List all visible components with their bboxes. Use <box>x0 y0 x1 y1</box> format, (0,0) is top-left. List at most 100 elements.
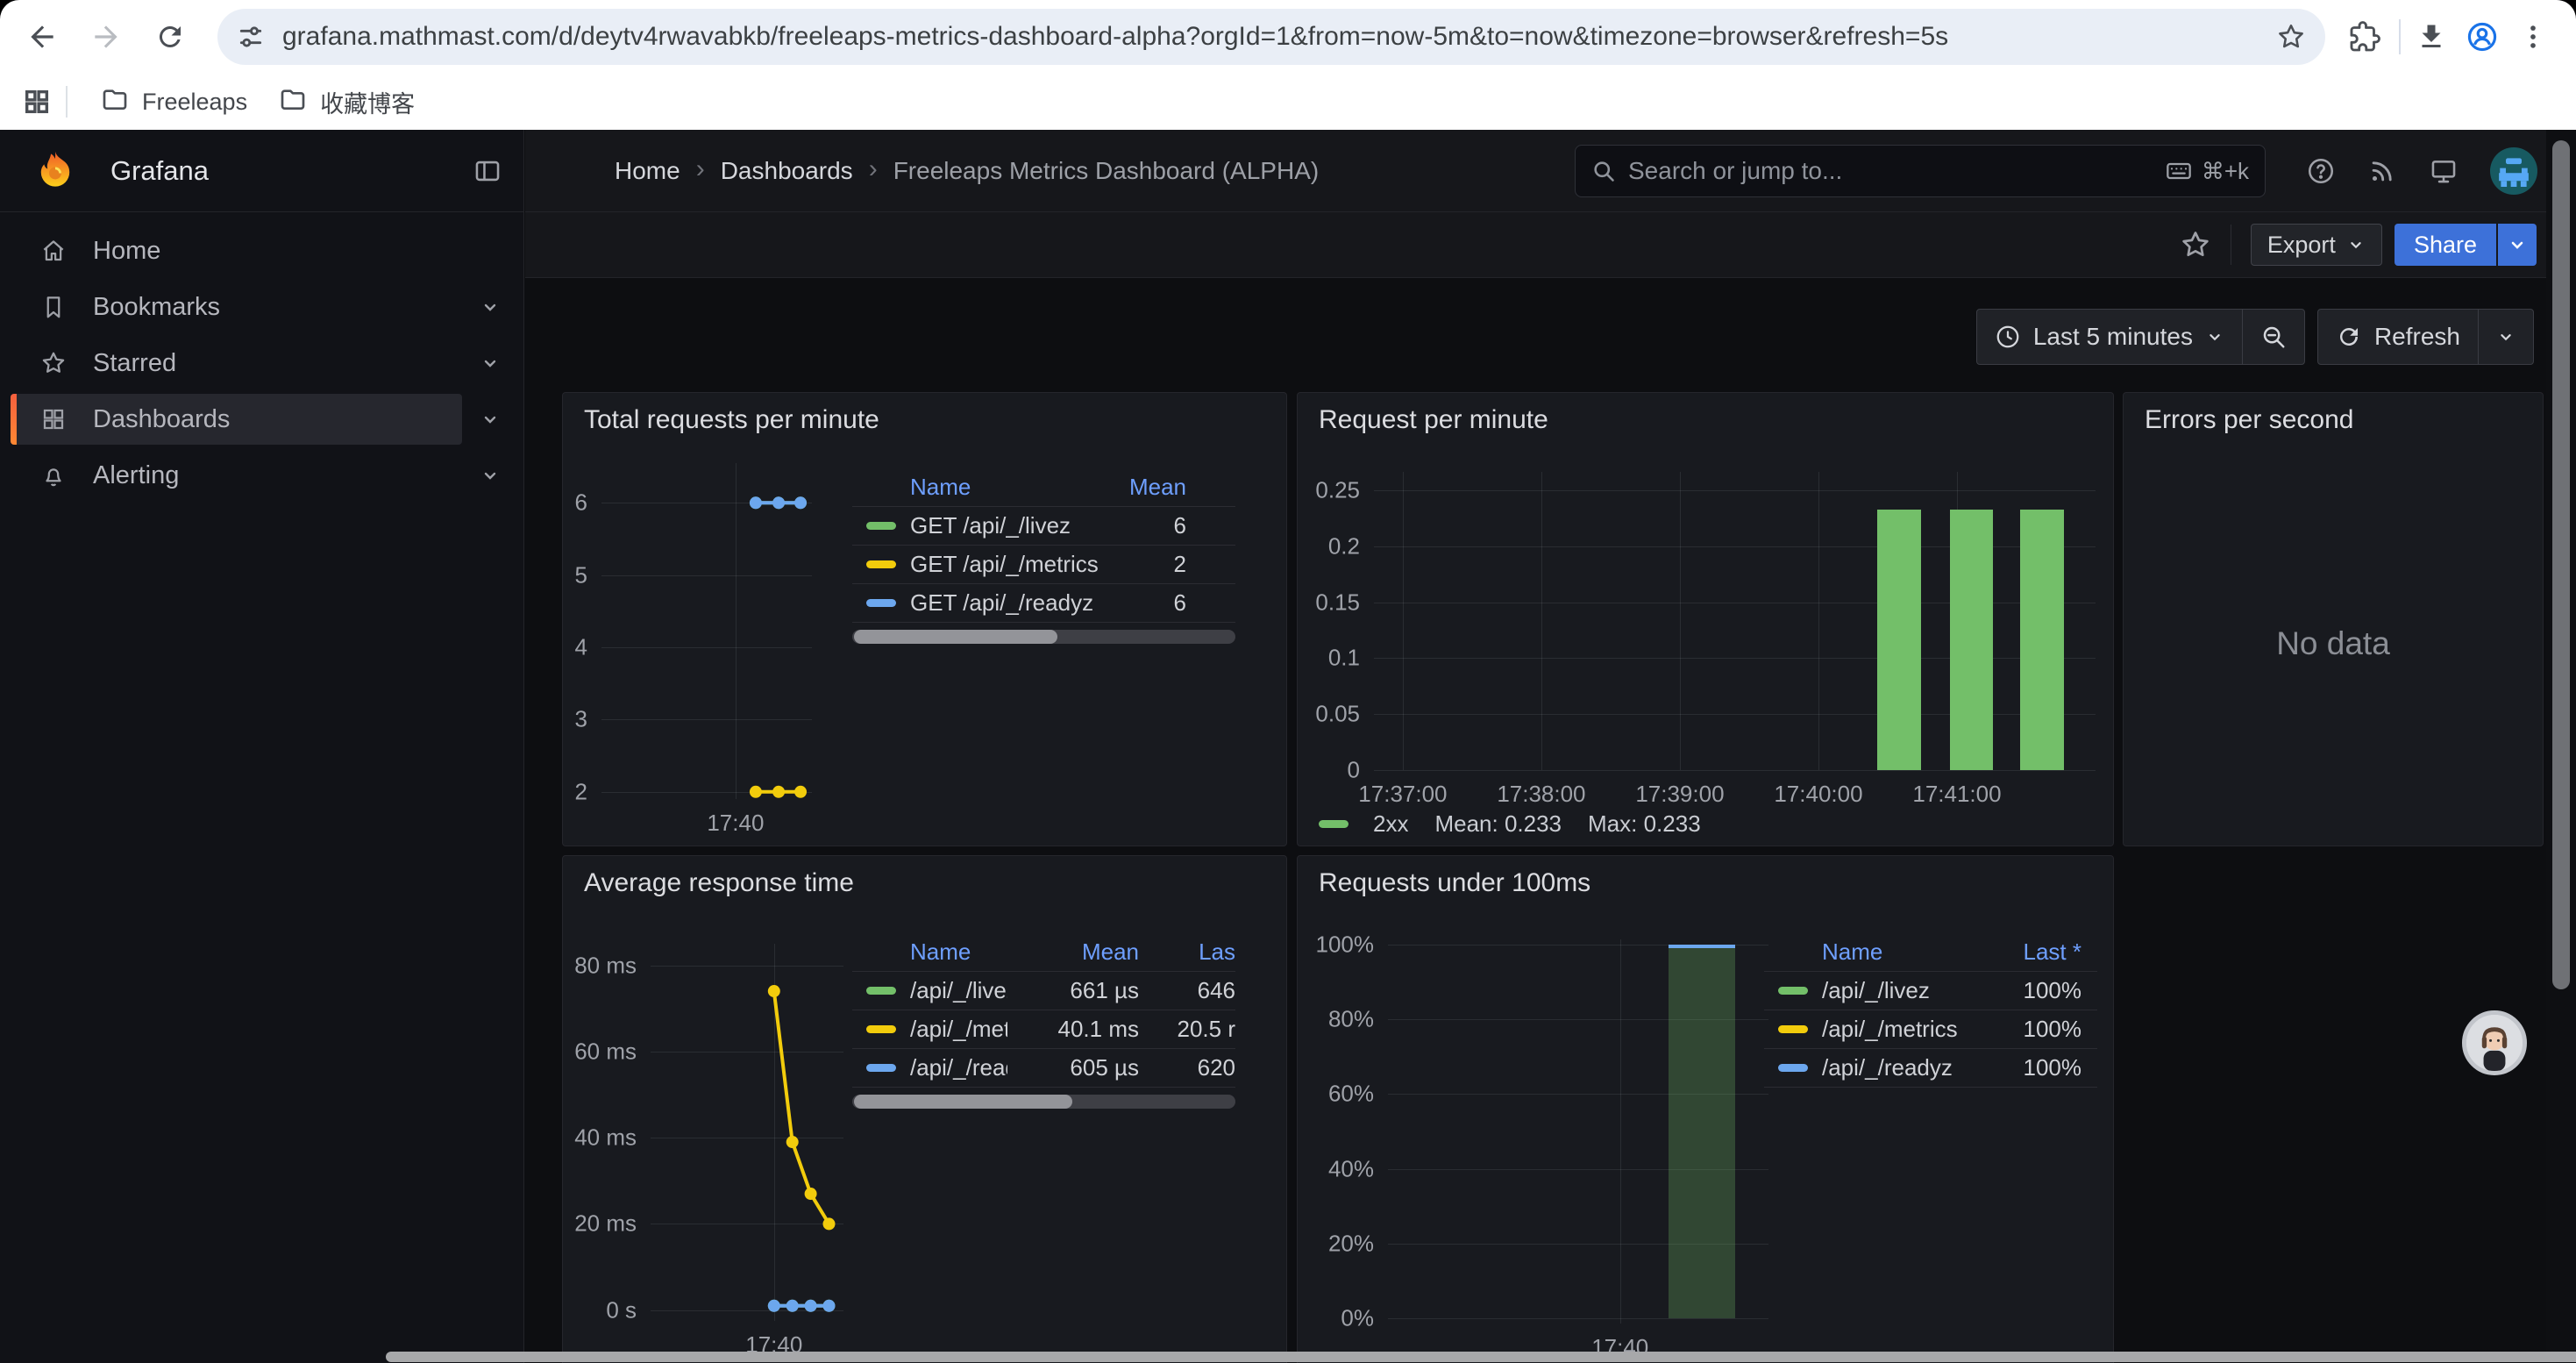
extensions-icon[interactable] <box>2345 17 2385 57</box>
search-input[interactable]: Search or jump to... ⌘+k <box>1575 145 2266 197</box>
vertical-scrollbar[interactable] <box>2546 130 2576 1363</box>
legend-series-name[interactable]: GET /api/_/readyz <box>910 589 1104 617</box>
panel-title[interactable]: Errors per second <box>2145 405 2353 435</box>
news-rss-icon[interactable] <box>2367 156 2397 186</box>
panel-title[interactable]: Average response time <box>584 868 854 898</box>
downloads-icon[interactable] <box>2411 17 2451 57</box>
zoom-out-icon <box>2260 324 2287 350</box>
sidebar-item-dashboards[interactable]: Dashboards <box>0 391 523 447</box>
legend-header-name[interactable]: Name <box>1778 938 1966 966</box>
back-icon[interactable] <box>22 17 62 57</box>
url-text[interactable]: grafana.mathmast.com/d/deytv4rwavabkb/fr… <box>282 22 2276 52</box>
reload-icon[interactable] <box>150 17 190 57</box>
bookmark-folder-freeleaps[interactable]: Freeleaps <box>85 78 263 126</box>
y-axis-tick-label: 0.1 <box>1328 645 1360 672</box>
chart-total-requests[interactable]: 6543217:40 <box>601 463 812 799</box>
favorite-star-icon[interactable] <box>2180 229 2211 260</box>
legend-series-name[interactable]: GET /api/_/metrics <box>910 551 1104 578</box>
legend-header-value[interactable]: Mean <box>1104 474 1235 501</box>
legend-series-name[interactable]: /api/_/readyz <box>1822 1054 1966 1081</box>
legend-scrollbar[interactable] <box>852 630 1235 644</box>
share-menu-button[interactable] <box>2498 224 2537 266</box>
legend-item[interactable]: 2xx <box>1319 810 1408 838</box>
legend-scrollbar-thumb[interactable] <box>854 1095 1072 1109</box>
breadcrumb-dashboards[interactable]: Dashboards <box>721 157 853 185</box>
legend-row[interactable]: /api/_/metrics40.1 ms20.5 r <box>852 1010 1235 1049</box>
dashboard-toolbar: Export Share <box>525 212 2546 278</box>
grafana-logo[interactable] <box>32 147 79 195</box>
legend-header-name[interactable]: Name <box>866 938 1007 966</box>
vertical-scrollbar-thumb[interactable] <box>2552 140 2570 989</box>
site-settings-icon[interactable] <box>237 23 265 51</box>
legend-row[interactable]: /api/_/livez100% <box>1764 972 2097 1010</box>
bar[interactable] <box>1669 945 1735 1317</box>
legend-scrollbar-thumb[interactable] <box>854 630 1057 644</box>
chevron-down-icon[interactable] <box>480 465 501 486</box>
zoom-out-button[interactable] <box>2243 310 2304 364</box>
panel-title[interactable]: Requests under 100ms <box>1319 868 1590 898</box>
horizontal-scrollbar-thumb[interactable] <box>386 1352 2576 1362</box>
menu-dots-icon[interactable] <box>2513 17 2553 57</box>
legend-row[interactable]: /api/_/livez661 µs646 <box>852 972 1235 1010</box>
legend-row[interactable]: /api/_/readyz100% <box>1764 1049 2097 1088</box>
chevron-down-icon[interactable] <box>480 296 501 318</box>
legend-series-name[interactable]: /api/_/livez <box>1822 977 1966 1004</box>
legend-header-value[interactable]: Last * <box>1966 938 2097 966</box>
apps-grid-icon[interactable] <box>22 87 52 117</box>
panel-requests-under-100ms: Requests under 100ms 100%80%60%40%20%0%1… <box>1297 855 2114 1363</box>
legend-series-name[interactable]: /api/_/livez <box>910 977 1007 1004</box>
legend-row[interactable]: GET /api/_/readyz6 <box>852 584 1235 623</box>
chevron-down-icon[interactable] <box>480 353 501 374</box>
legend-series-name[interactable]: /api/_/readyz <box>910 1054 1007 1081</box>
sidebar-item-starred[interactable]: Starred <box>0 335 523 391</box>
legend-header-value[interactable]: Las <box>1139 938 1235 966</box>
chevron-down-icon <box>2346 235 2366 254</box>
floating-assistant-avatar[interactable] <box>2462 1010 2527 1075</box>
time-range-picker[interactable]: Last 5 minutes <box>1977 310 2242 364</box>
export-button[interactable]: Export <box>2251 224 2382 266</box>
legend-item[interactable]: Max: 0.233 <box>1588 810 1701 838</box>
bar[interactable] <box>2020 510 2063 770</box>
legend-value: 661 µs <box>1007 977 1139 1004</box>
collapse-sidebar-icon[interactable] <box>473 156 502 186</box>
legend-scrollbar[interactable] <box>852 1095 1235 1109</box>
legend-series-name[interactable]: /api/_/metrics <box>1822 1016 1966 1043</box>
legend-series-name[interactable]: GET /api/_/livez <box>910 512 1104 539</box>
refresh-button[interactable]: Refresh <box>2318 310 2478 364</box>
legend-requests-under-100ms: NameLast */api/_/livez100%/api/_/metrics… <box>1764 933 2097 1088</box>
panel-title[interactable]: Request per minute <box>1319 405 1548 435</box>
share-button[interactable]: Share <box>2395 224 2496 266</box>
bookmark-folder-blogs[interactable]: 收藏博客 <box>263 78 431 126</box>
monitor-icon[interactable] <box>2429 156 2459 186</box>
sidebar-item-home[interactable]: Home <box>0 223 523 279</box>
user-avatar[interactable] <box>2490 147 2537 195</box>
chevron-down-icon[interactable] <box>480 409 501 430</box>
refresh-interval-button[interactable] <box>2479 310 2533 364</box>
legend-row[interactable]: /api/_/readyz605 µs620 <box>852 1049 1235 1088</box>
breadcrumb: Home › Dashboards › Freeleaps Metrics Da… <box>615 130 1319 212</box>
chart-requests-under-100ms[interactable]: 100%80%60%40%20%0%17:40 <box>1388 939 1768 1324</box>
bar[interactable] <box>1950 510 1993 770</box>
keyboard-icon <box>2165 157 2193 185</box>
legend-header-name[interactable]: Name <box>866 474 1104 501</box>
legend-series-name[interactable]: /api/_/metrics <box>910 1016 1007 1043</box>
sidebar-item-alerting[interactable]: Alerting <box>0 447 523 503</box>
chart-avg-response-time[interactable]: 80 ms60 ms40 ms20 ms0 s17:40 <box>651 944 843 1321</box>
chart-request-per-minute[interactable]: 0.250.20.150.10.05017:37:0017:38:0017:39… <box>1374 472 2096 770</box>
y-axis-tick-label: 60 ms <box>574 1038 637 1065</box>
sidebar-item-bookmarks[interactable]: Bookmarks <box>0 279 523 335</box>
horizontal-scrollbar[interactable] <box>0 1351 2576 1363</box>
legend-item[interactable]: Mean: 0.233 <box>1434 810 1562 838</box>
bookmark-star-icon[interactable] <box>2276 22 2306 52</box>
help-icon[interactable] <box>2306 156 2336 186</box>
legend-row[interactable]: /api/_/metrics100% <box>1764 1010 2097 1049</box>
profile-icon[interactable] <box>2462 17 2502 57</box>
bar[interactable] <box>1877 510 1920 770</box>
breadcrumb-home[interactable]: Home <box>615 157 680 185</box>
legend-row[interactable]: GET /api/_/livez6 <box>852 507 1235 546</box>
url-bar[interactable]: grafana.mathmast.com/d/deytv4rwavabkb/fr… <box>217 9 2325 65</box>
legend-header-value[interactable]: Mean <box>1007 938 1139 966</box>
panel-title[interactable]: Total requests per minute <box>584 405 879 435</box>
legend-row[interactable]: GET /api/_/metrics2 <box>852 546 1235 584</box>
forward-icon[interactable] <box>86 17 126 57</box>
